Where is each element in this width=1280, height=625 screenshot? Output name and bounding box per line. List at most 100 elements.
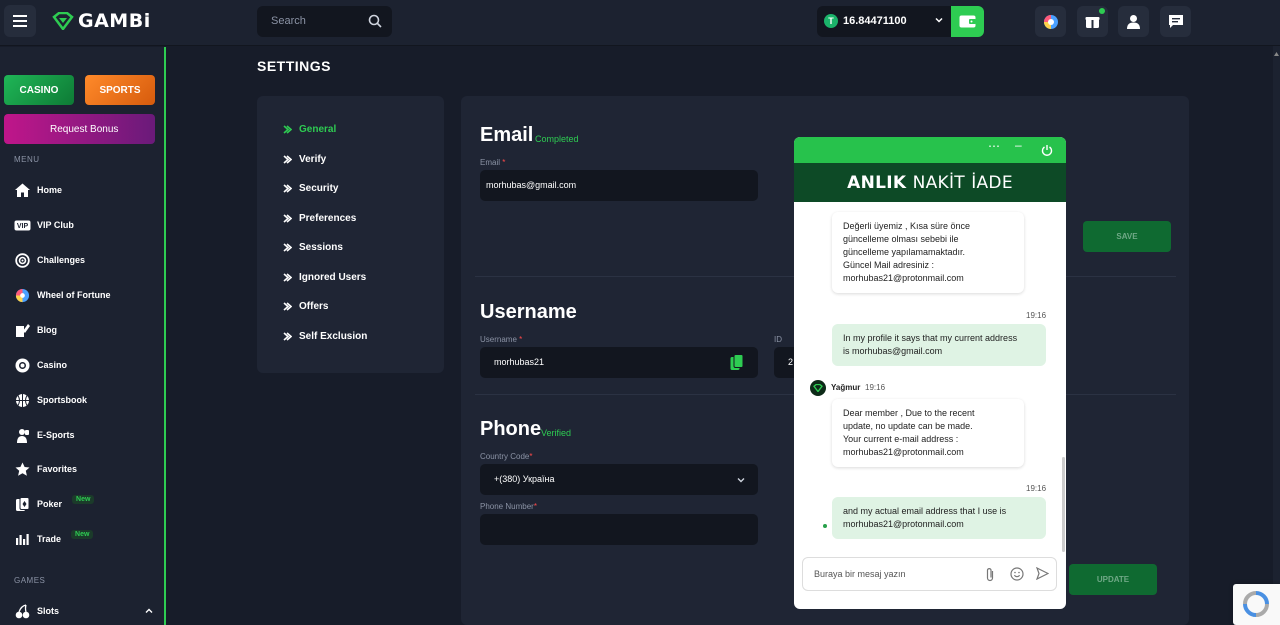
- sidebar-item-label: Home: [37, 185, 63, 195]
- chevron-right-icon: [283, 184, 292, 193]
- sidebar-item-label: Trade: [37, 534, 62, 544]
- sidebar-item-wheel-of-fortune[interactable]: Wheel of Fortune: [14, 285, 111, 305]
- minimize-icon[interactable]: –: [1015, 138, 1022, 152]
- search-input[interactable]: Search: [257, 6, 392, 37]
- sports-button-label: SPORTS: [99, 84, 141, 96]
- phone-section-title: Phone: [480, 418, 542, 440]
- sidebar: CASINO SPORTS Request Bonus MENU Home VI…: [0, 47, 166, 625]
- sidebar-item-label: Blog: [37, 325, 57, 335]
- chevron-right-icon: [283, 243, 292, 252]
- sidebar-item-poker[interactable]: Poker New: [14, 494, 95, 514]
- chevron-right-icon: [283, 332, 292, 341]
- basketball-icon: [16, 393, 29, 407]
- chevron-right-icon: [283, 214, 292, 223]
- games-section-label: GAMES: [14, 576, 46, 585]
- chevron-down-icon: [737, 478, 745, 483]
- sidebar-item-label: Casino: [37, 360, 68, 370]
- update-button[interactable]: UPDATE: [1069, 564, 1157, 595]
- email-value: morhubas@gmail.com: [486, 180, 577, 190]
- sidebar-item-label: E-Sports: [37, 430, 75, 440]
- attachment-icon[interactable]: [985, 567, 995, 582]
- sidebar-item-sportsbook[interactable]: Sportsbook: [14, 390, 87, 410]
- chevron-down-icon: [935, 17, 943, 23]
- nav-item-self-exclusion[interactable]: Self Exclusion: [283, 331, 367, 342]
- send-icon[interactable]: [1036, 567, 1049, 580]
- new-badge: New: [71, 529, 94, 539]
- casino-button[interactable]: CASINO: [4, 75, 74, 105]
- more-options-icon[interactable]: ⋯: [988, 139, 1000, 153]
- sidebar-item-slots[interactable]: Slots: [14, 601, 154, 621]
- sports-button[interactable]: SPORTS: [85, 75, 155, 105]
- chat-message-outgoing: In my profile it says that my current ad…: [832, 324, 1046, 366]
- id-field[interactable]: 2: [774, 347, 794, 378]
- nav-item-label: Ignored Users: [299, 272, 367, 283]
- country-code-select[interactable]: +(380) Україна: [480, 464, 758, 495]
- nav-item-sessions[interactable]: Sessions: [283, 242, 343, 253]
- recaptcha-badge[interactable]: [1233, 584, 1280, 625]
- sidebar-item-casino[interactable]: Casino: [14, 355, 67, 375]
- username-section-title: Username: [480, 301, 577, 323]
- poker-icon: [16, 496, 30, 511]
- menu-toggle-button[interactable]: [4, 5, 36, 37]
- chevron-up-icon[interactable]: [144, 606, 154, 616]
- phone-number-label: Phone Number*: [480, 502, 537, 511]
- nav-item-offers[interactable]: Offers: [283, 301, 328, 312]
- nav-item-verify[interactable]: Verify: [283, 154, 326, 165]
- email-field[interactable]: morhubas@gmail.com: [480, 170, 758, 201]
- chat-message-incoming: Değerli üyemiz , Kısa süre önce güncellem…: [832, 212, 1024, 293]
- chat-banner: ANLIK NAKİT İADE: [794, 163, 1066, 202]
- language-button[interactable]: [1035, 6, 1066, 37]
- page-scrollbar[interactable]: [1273, 46, 1280, 625]
- chat-input-placeholder: Buraya bir mesaj yazın: [814, 569, 906, 579]
- country-code-label: Country Code*: [480, 452, 533, 461]
- chat-message-input[interactable]: Buraya bir mesaj yazın: [802, 557, 1057, 591]
- agent-avatar: [810, 380, 826, 396]
- sent-indicator: [823, 524, 827, 528]
- logo-text: GAMBi: [78, 10, 151, 32]
- star-icon: [15, 462, 30, 476]
- profile-button[interactable]: [1118, 6, 1149, 37]
- sidebar-item-label: Slots: [37, 606, 60, 616]
- save-button[interactable]: SAVE: [1083, 221, 1171, 252]
- sidebar-item-e-sports[interactable]: E-Sports: [14, 425, 75, 445]
- hamburger-icon: [13, 15, 27, 27]
- sidebar-item-trade[interactable]: Trade New: [14, 529, 94, 549]
- request-bonus-button[interactable]: Request Bonus: [4, 114, 155, 144]
- logo[interactable]: GAMBi: [52, 10, 151, 32]
- balance-selector[interactable]: T 16.84471100: [817, 6, 951, 37]
- power-icon[interactable]: [1041, 144, 1053, 156]
- sidebar-item-favorites[interactable]: Favorites: [14, 459, 77, 479]
- wallet-button[interactable]: [951, 6, 984, 37]
- sidebar-item-challenges[interactable]: Challenges: [14, 250, 85, 270]
- sidebar-item-vip-club[interactable]: VIP VIP Club: [14, 215, 74, 235]
- nav-item-label: Self Exclusion: [299, 331, 368, 342]
- nav-item-label: Verify: [299, 154, 327, 165]
- nav-item-label: Preferences: [299, 213, 357, 224]
- phone-number-field[interactable]: [480, 514, 758, 545]
- chat-scrollbar[interactable]: [1062, 457, 1065, 552]
- sidebar-item-home[interactable]: Home: [14, 180, 62, 200]
- copy-icon[interactable]: [730, 354, 744, 371]
- sidebar-item-label: Favorites: [37, 464, 78, 474]
- blog-icon: [16, 323, 30, 337]
- scroll-up-arrow-icon[interactable]: [1273, 50, 1280, 58]
- settings-nav: General Verify Security Preferences Sess…: [257, 96, 444, 373]
- wheel-icon: [15, 288, 30, 302]
- country-code-value: +(380) Україна: [494, 474, 555, 484]
- chat-header: ⋯ –: [794, 137, 1066, 163]
- sidebar-item-blog[interactable]: Blog: [14, 320, 57, 340]
- nav-item-general[interactable]: General: [283, 124, 336, 135]
- trade-icon: [16, 533, 29, 545]
- nav-item-security[interactable]: Security: [283, 183, 338, 194]
- emoji-icon[interactable]: [1010, 567, 1024, 581]
- gift-icon: [1085, 17, 1100, 28]
- chat-message-incoming: Dear member , Due to the recent update, n…: [832, 399, 1024, 467]
- home-icon: [15, 183, 30, 197]
- casino-button-label: CASINO: [19, 84, 59, 96]
- username-field[interactable]: morhubas21: [480, 347, 758, 378]
- sidebar-item-label: Wheel of Fortune: [37, 290, 111, 300]
- rewards-button[interactable]: [1077, 6, 1108, 37]
- chat-button[interactable]: [1160, 6, 1191, 37]
- nav-item-ignored-users[interactable]: Ignored Users: [283, 272, 366, 283]
- nav-item-preferences[interactable]: Preferences: [283, 213, 356, 224]
